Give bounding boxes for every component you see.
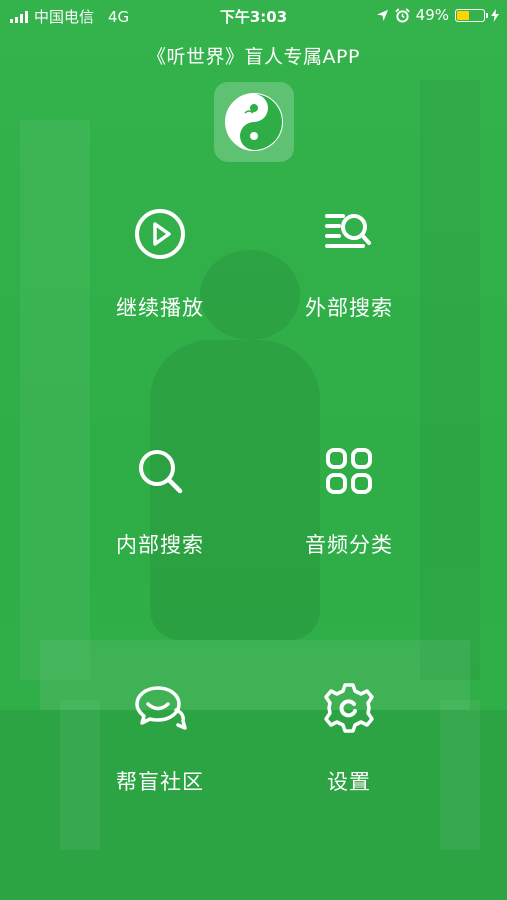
battery-icon bbox=[455, 8, 488, 22]
category-grid-icon bbox=[326, 448, 372, 494]
menu-label: 帮盲社区 bbox=[116, 770, 204, 794]
audio-category-button[interactable]: 音频分类 bbox=[259, 443, 439, 559]
battery-percent: 49% bbox=[415, 6, 449, 24]
app-logo bbox=[214, 82, 294, 162]
continue-play-button[interactable]: 继续播放 bbox=[70, 206, 250, 322]
play-circle-icon bbox=[135, 209, 185, 259]
gear-icon bbox=[324, 683, 374, 733]
community-button[interactable]: 帮盲社区 bbox=[70, 680, 250, 796]
search-icon bbox=[139, 450, 183, 494]
menu-label: 音频分类 bbox=[305, 533, 393, 557]
external-search-button[interactable]: 外部搜索 bbox=[259, 206, 439, 322]
internal-search-button[interactable]: 内部搜索 bbox=[70, 443, 250, 559]
menu-label: 继续播放 bbox=[116, 296, 204, 320]
page-title: 《听世界》盲人专属APP bbox=[147, 46, 360, 68]
yin-yang-logo-icon bbox=[225, 93, 283, 151]
location-icon bbox=[376, 9, 388, 21]
charging-icon bbox=[491, 8, 499, 22]
settings-button[interactable]: 设置 bbox=[259, 680, 439, 796]
status-bar: 中国电信 4G 下午3:03 49% bbox=[0, 0, 507, 30]
menu-label: 内部搜索 bbox=[116, 533, 204, 557]
menu-label: 外部搜索 bbox=[305, 296, 393, 320]
alarm-icon bbox=[394, 7, 410, 23]
menu-label: 设置 bbox=[327, 770, 371, 794]
list-search-icon bbox=[325, 214, 371, 248]
chat-bubbles-icon bbox=[135, 686, 187, 730]
